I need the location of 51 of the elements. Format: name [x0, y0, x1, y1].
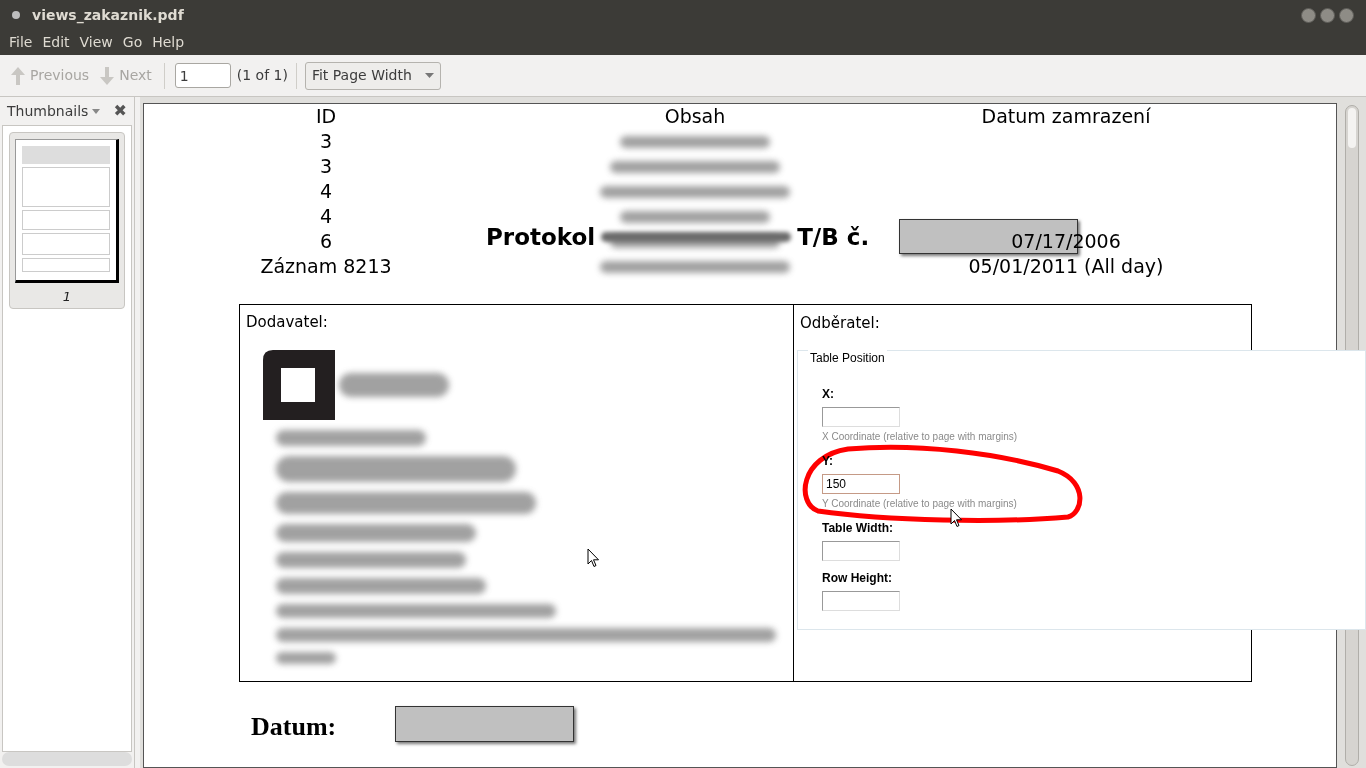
close-icon[interactable]: ✖ [113, 103, 127, 119]
column-header: Datum zamrazení [981, 104, 1151, 129]
redaction-scribble [276, 651, 336, 664]
field-label: X: [822, 386, 834, 403]
field-label: Y: [822, 453, 834, 470]
coordinate-field[interactable]: 150 [822, 474, 900, 494]
document-title: Protokol [486, 223, 596, 252]
menu-item[interactable]: Help [147, 32, 190, 53]
date-label: Datum: [251, 711, 337, 743]
table-cell: 4 [319, 179, 333, 204]
field-label: Row Height: [822, 570, 892, 587]
field-hint: Y Coordinate (relative to page with margins) [822, 497, 1017, 511]
mouse-pointer-icon [950, 508, 963, 528]
table-cell: 6 [319, 229, 333, 254]
sidebar-mode-dropdown[interactable]: Thumbnails [7, 100, 101, 122]
caret-icon [424, 73, 434, 78]
menu-item[interactable]: Go [117, 32, 148, 53]
window-title: views_zakaznik.pdf [32, 5, 184, 26]
page-thumbnail[interactable]: 1 [9, 132, 125, 309]
coordinate-field[interactable] [822, 541, 900, 561]
field-label: Table Width: [822, 520, 893, 537]
table-cell: 4 [319, 204, 333, 229]
page-number-field[interactable]: 1 [174, 63, 231, 88]
table-cell: 3 [319, 154, 333, 179]
zoom-dropdown[interactable]: Fit Page Width [304, 61, 441, 90]
menu-item[interactable]: View [74, 32, 118, 53]
customer-label: Odběratel: [800, 314, 880, 332]
coordinate-field[interactable] [822, 407, 900, 427]
document-title: T/B č. [797, 223, 870, 252]
up-arrow-icon [10, 65, 26, 86]
menu-item[interactable]: Edit [37, 32, 75, 53]
close-button[interactable] [1339, 7, 1354, 23]
column-header: ID [315, 104, 337, 129]
maximize-button[interactable] [1320, 7, 1335, 23]
menu-item[interactable]: File [4, 32, 38, 53]
table-cell: 3 [319, 129, 333, 154]
column-header: Obsah [664, 104, 726, 129]
down-arrow-icon [99, 65, 116, 86]
horizontal-scrollbar[interactable] [2, 752, 132, 766]
supplier-label: Dodavatel: [246, 312, 329, 333]
page-count: (1 of 1) [236, 66, 288, 85]
caret-icon [92, 108, 101, 114]
field-hint: X Coordinate (relative to page with margins) [822, 430, 1018, 444]
coordinate-field[interactable] [822, 591, 900, 611]
thumbnail-label: 1 [62, 288, 72, 306]
mouse-pointer-icon [587, 548, 600, 568]
table-cell: Záznam 8213 [260, 254, 392, 279]
minimize-button[interactable] [1301, 7, 1316, 23]
company-logo-icon [263, 349, 335, 420]
window-icon [12, 11, 20, 19]
table-cell: 05/01/2011 (All day) [968, 254, 1164, 279]
